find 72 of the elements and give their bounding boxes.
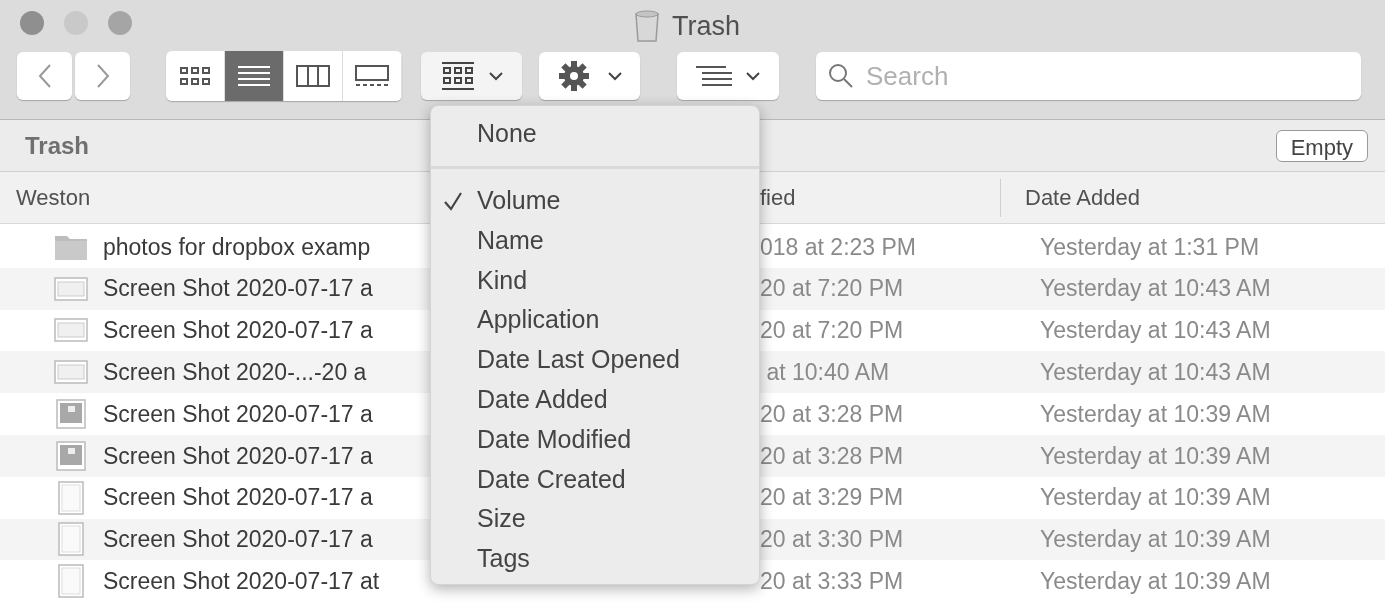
date-added: Yesterday at 10:43 AM xyxy=(1040,358,1271,388)
caret-icon xyxy=(488,71,503,81)
trash-can-icon xyxy=(634,10,660,43)
file-name: photos for dropbox examp xyxy=(103,233,371,260)
date-added: Yesterday at 10:39 AM xyxy=(1040,441,1271,471)
menu-item[interactable]: Date Modified xyxy=(431,419,759,460)
date-modified: 20 at 3:28 PM xyxy=(760,441,905,471)
file-name: Screen Shot 2020-07-17 a xyxy=(103,442,373,469)
menu-item[interactable]: Size xyxy=(431,499,759,539)
date-added: Yesterday at 10:39 AM xyxy=(1040,399,1271,429)
location-title: Trash xyxy=(25,130,90,161)
menu-item[interactable]: Date Created xyxy=(431,459,759,500)
file-name: Screen Shot 2020-07-17 a xyxy=(103,484,373,511)
column-header[interactable]: Date Added xyxy=(1001,181,1140,214)
file-name: Screen Shot 2020-07-17 a xyxy=(103,526,373,553)
menu-item[interactable]: None xyxy=(431,114,759,154)
document-file-icon xyxy=(58,522,84,557)
caret-icon xyxy=(607,71,622,81)
image-file-icon xyxy=(56,399,86,430)
list-icon xyxy=(237,64,271,88)
date-added: Yesterday at 1:31 PM xyxy=(1040,232,1260,262)
date-modified: 20 at 7:20 PM xyxy=(760,316,905,346)
gallery-icon xyxy=(355,64,389,88)
group-button[interactable] xyxy=(421,52,522,100)
date-added: Yesterday at 10:39 AM xyxy=(1040,567,1271,596)
date-modified: 20 at 3:28 PM xyxy=(760,399,905,429)
search-field[interactable]: Search xyxy=(816,52,1361,100)
date-modified: 20 at 3:29 PM xyxy=(760,483,905,513)
date-modified: 20 at 3:33 PM xyxy=(760,567,905,596)
date-modified: 20 at 3:30 PM xyxy=(760,525,905,555)
menu-item[interactable]: Name xyxy=(431,220,759,261)
settings-button[interactable] xyxy=(539,52,640,100)
window-title: Trash xyxy=(672,10,740,43)
file-name: Screen Shot 2020-...-20 a xyxy=(103,359,367,386)
date-modified: 20 at 7:20 PM xyxy=(760,274,905,304)
menu-item[interactable]: Date Added xyxy=(431,379,759,420)
menu-item[interactable]: Date Last Opened xyxy=(431,340,759,380)
chevron-left-icon xyxy=(37,63,52,89)
sort-button[interactable] xyxy=(677,52,779,100)
image-file-icon xyxy=(54,318,88,343)
gear-icon xyxy=(557,60,590,92)
date-modified: at 10:40 AM xyxy=(765,358,891,388)
date-added: Yesterday at 10:43 AM xyxy=(1040,316,1271,346)
list-icon xyxy=(696,65,732,87)
menu-item[interactable]: Tags xyxy=(431,538,759,579)
gallery-view-button[interactable] xyxy=(343,51,402,101)
caret-icon xyxy=(746,71,760,81)
file-name: Screen Shot 2020-07-17 a xyxy=(103,317,373,344)
file-name: Screen Shot 2020-07-17 a xyxy=(103,400,373,427)
image-file-icon xyxy=(54,360,88,385)
date-added: Yesterday at 10:39 AM xyxy=(1040,525,1271,555)
document-file-icon xyxy=(58,564,84,599)
image-file-icon xyxy=(56,440,86,471)
empty-button[interactable]: Empty xyxy=(1275,129,1368,162)
document-file-icon xyxy=(58,480,84,515)
chevron-right-icon xyxy=(95,63,110,89)
date-added: Yesterday at 10:39 AM xyxy=(1040,483,1271,513)
menu-item[interactable]: Application xyxy=(431,300,759,340)
columns-icon xyxy=(296,64,330,88)
menu-item[interactable]: Kind xyxy=(431,260,759,301)
grid-icon xyxy=(440,61,475,91)
date-added: Yesterday at 10:43 AM xyxy=(1040,274,1271,304)
column-view-button[interactable] xyxy=(284,51,343,101)
list-view-button[interactable] xyxy=(225,51,284,101)
menu-item[interactable]: Volume xyxy=(431,180,759,221)
icon-view-button[interactable] xyxy=(166,51,225,101)
file-name: Screen Shot 2020-07-17 at xyxy=(103,568,380,594)
date-modified: 018 at 2:23 PM xyxy=(760,232,917,262)
search-icon xyxy=(828,63,854,89)
image-file-icon xyxy=(54,276,88,301)
grid-icon xyxy=(178,64,212,88)
file-name: Screen Shot 2020-07-17 a xyxy=(103,275,373,302)
